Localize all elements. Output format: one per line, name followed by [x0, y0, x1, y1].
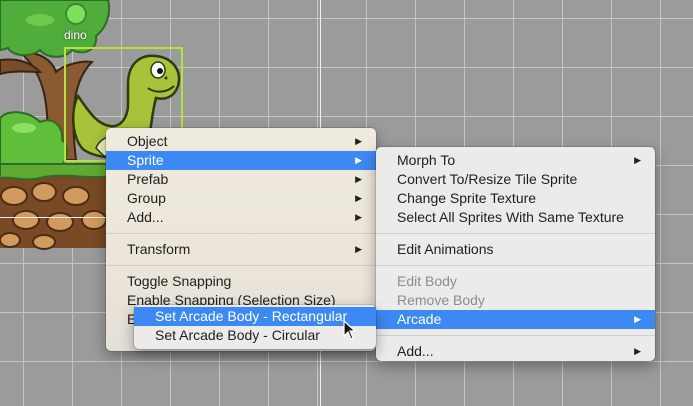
menu-item-label: Edit Animations [397, 241, 494, 257]
menu-item-label: Sprite [127, 152, 164, 168]
menu-separator [376, 335, 655, 336]
menu-item-remove-body: Remove Body [376, 291, 655, 310]
submenu-arrow-icon: ▶ [355, 155, 362, 165]
menu-separator [376, 265, 655, 266]
menu-item-label: Set Arcade Body - Rectangular [155, 308, 348, 324]
mouse-pointer-icon [343, 320, 357, 340]
submenu-arrow-icon: ▶ [355, 193, 362, 203]
menu-item-add[interactable]: Add... ▶ [106, 208, 376, 227]
menu-item-edit-animations[interactable]: Edit Animations [376, 240, 655, 259]
menu-item-edit-body: Edit Body [376, 272, 655, 291]
submenu-arrow-icon: ▶ [634, 155, 641, 165]
menu-item-label: Arcade [397, 311, 442, 327]
menu-item-label: Select All Sprites With Same Texture [397, 209, 624, 225]
menu-item-sprite[interactable]: Sprite ▶ [106, 151, 376, 170]
submenu-arrow-icon: ▶ [355, 212, 362, 222]
menu-item-prefab[interactable]: Prefab ▶ [106, 170, 376, 189]
submenu-arrow-icon: ▶ [355, 174, 362, 184]
menu-item-label: Prefab [127, 171, 169, 187]
sprite-submenu: Morph To ▶ Convert To/Resize Tile Sprite… [376, 147, 655, 361]
menu-item-label: Set Arcade Body - Circular [155, 327, 320, 343]
menu-item-add-sub[interactable]: Add... ▶ [376, 342, 655, 361]
menu-item-arcade-circular[interactable]: Set Arcade Body - Circular [134, 326, 376, 345]
menu-item-select-same-texture[interactable]: Select All Sprites With Same Texture [376, 208, 655, 227]
menu-item-label: Toggle Snapping [127, 273, 232, 289]
submenu-arrow-icon: ▶ [355, 244, 362, 254]
menu-separator [106, 265, 376, 266]
sprite-name-label: dino [64, 28, 87, 42]
menu-item-label: Convert To/Resize Tile Sprite [397, 171, 578, 187]
menu-item-label: Add... [397, 343, 434, 359]
menu-item-label: Change Sprite Texture [397, 190, 537, 206]
menu-separator [106, 233, 376, 234]
menu-separator [376, 233, 655, 234]
menu-item-transform[interactable]: Transform ▶ [106, 240, 376, 259]
menu-item-label: Add... [127, 209, 164, 225]
menu-item-arcade[interactable]: Arcade ▶ [376, 310, 655, 329]
menu-item-morph-to[interactable]: Morph To ▶ [376, 151, 655, 170]
menu-item-label: Transform [127, 241, 191, 257]
menu-item-label: Morph To [397, 152, 456, 168]
menu-item-label: Group [127, 190, 166, 206]
menu-item-label: Remove Body [397, 292, 485, 308]
menu-item-object[interactable]: Object ▶ [106, 132, 376, 151]
menu-item-group[interactable]: Group ▶ [106, 189, 376, 208]
submenu-arrow-icon: ▶ [634, 346, 641, 356]
menu-item-label: Object [127, 133, 168, 149]
menu-item-toggle-snapping[interactable]: Toggle Snapping [106, 272, 376, 291]
submenu-arrow-icon: ▶ [634, 314, 641, 324]
menu-item-convert-tile-sprite[interactable]: Convert To/Resize Tile Sprite [376, 170, 655, 189]
submenu-arrow-icon: ▶ [355, 136, 362, 146]
arcade-submenu: Set Arcade Body - Rectangular Set Arcade… [134, 305, 376, 349]
menu-item-change-texture[interactable]: Change Sprite Texture [376, 189, 655, 208]
menu-item-arcade-rectangular[interactable]: Set Arcade Body - Rectangular [134, 307, 376, 326]
menu-item-label: Edit Body [397, 273, 457, 289]
